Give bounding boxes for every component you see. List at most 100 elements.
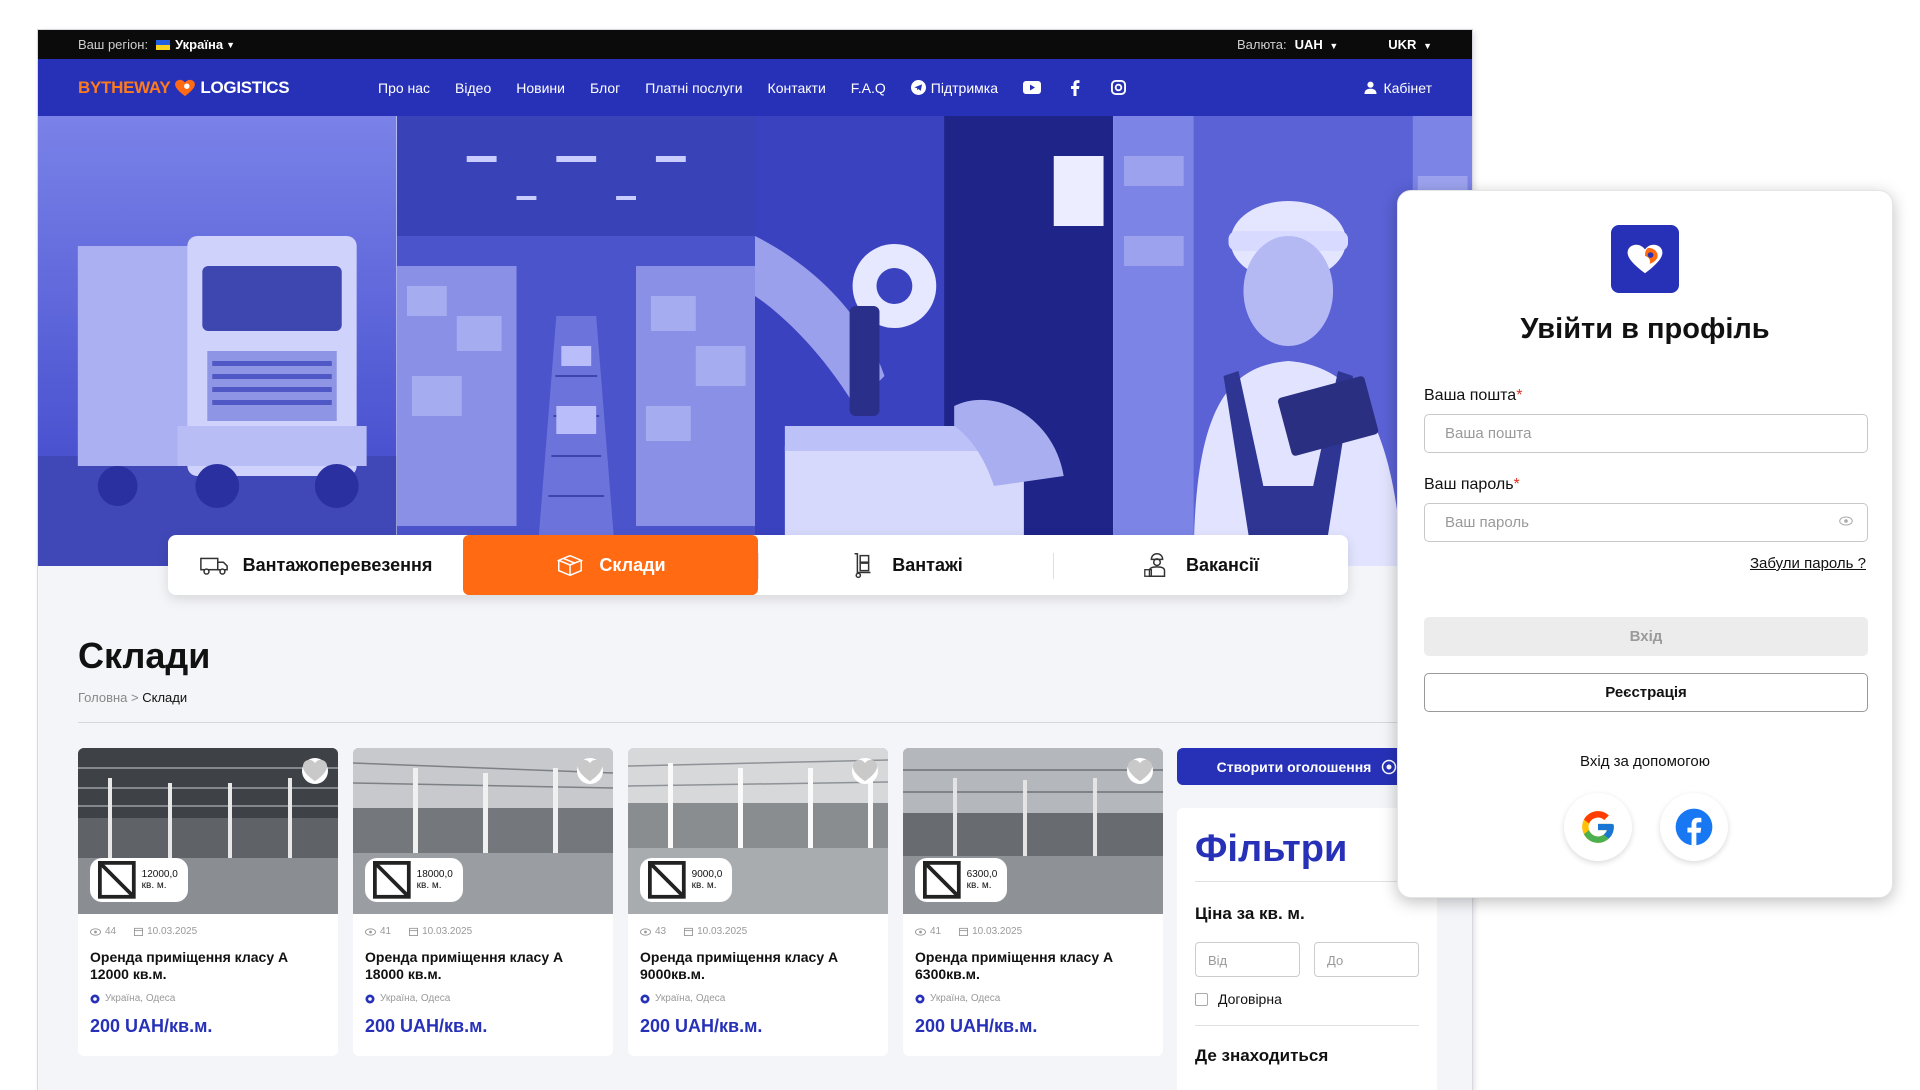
language-selector[interactable]: UKR ▼ [1388,37,1432,52]
views-count: 41 [365,926,391,937]
hero-image-packing [755,116,1114,566]
listing-card[interactable]: 9000,0 кв. м. 43 10.03.2025 Оренда приміщ… [628,748,888,1056]
calendar-icon [134,927,144,936]
listing-card[interactable]: 12000,0 кв. м. 44 10.03.2025 Оренда примі… [78,748,338,1056]
facebook-icon [1675,808,1713,846]
tab-cargo[interactable]: Вантажі [758,535,1053,595]
checkbox-box[interactable] [1195,992,1208,1006]
area-badge: 18000,0 кв. м. [365,858,463,902]
location-icon [915,994,925,1003]
social-login-label: Вхід за допомогою [1580,753,1710,770]
chevron-down-icon: ▼ [1329,41,1339,51]
region-label: Ваш регіон: [78,37,149,52]
forgot-password-link[interactable]: Забули пароль ? [1750,555,1866,572]
facebook-icon[interactable] [1066,79,1084,97]
language-value: UKR [1388,37,1417,52]
youtube-icon[interactable] [1023,79,1042,97]
password-label: Ваш пароль* [1424,476,1520,493]
favorite-heart-button[interactable] [577,758,603,784]
listing-card[interactable]: 6300,0 кв. м. 41 10.03.2025 Оренда приміщ… [903,748,1163,1056]
listing-photo: 9000,0 кв. м. [628,748,888,914]
nav-link-video[interactable]: Відео [455,80,491,96]
login-button[interactable]: Вхід [1424,617,1868,656]
tab-vacancies[interactable]: Вакансії [1053,535,1348,595]
area-value: 6300,0 кв. м. [966,869,998,892]
category-tabs: Вантажоперевезення Склади Вантажі Ваканс… [168,535,1348,595]
listing-location: Україна, Одеса [915,993,1151,1004]
favorite-heart-button[interactable] [302,758,328,784]
eye-icon [915,927,926,936]
negotiable-checkbox[interactable]: Договірна [1195,991,1419,1026]
modal-logo [1611,225,1679,293]
nav-link-news[interactable]: Новини [516,80,565,96]
area-icon [648,861,686,899]
logo-text-logistics: LOGISTICS [200,77,290,97]
tab-cargo-transport[interactable]: Вантажоперевезення [168,535,463,595]
area-badge: 12000,0 кв. м. [90,858,188,902]
chevron-down-icon: ▼ [226,39,235,50]
register-button[interactable]: Реєстрація [1424,673,1868,712]
user-icon [1364,81,1377,94]
nav-link-contacts[interactable]: Контакти [768,80,826,96]
nav-link-paid-services[interactable]: Платні послуги [645,80,742,96]
breadcrumb-current: Склади [142,690,188,705]
site-logo[interactable]: BYTHEWAY LOGISTICS [78,78,378,98]
favorite-heart-button[interactable] [1127,758,1153,784]
breadcrumb-separator: > [131,690,139,705]
show-password-icon[interactable] [1839,516,1853,526]
cabinet-label: Кабінет [1383,79,1432,96]
favorite-heart-button[interactable] [852,758,878,784]
nav-link-support[interactable]: Підтримка [910,80,998,96]
views-count: 41 [915,926,941,937]
main-nav: BYTHEWAY LOGISTICS Про нас Відео Новини … [38,59,1472,116]
area-value: 12000,0 кв. м. [141,869,178,892]
listing-title[interactable]: Оренда приміщення класу А 12000 кв.м. [90,949,326,983]
ukraine-flag-icon [156,39,171,50]
eye-icon [365,927,376,936]
nav-link-faq[interactable]: F.A.Q [851,80,886,96]
tab-label: Вантажоперевезення [242,554,433,575]
views-count: 44 [90,926,116,937]
breadcrumb-home[interactable]: Головна [78,690,127,705]
listing-photo: 18000,0 кв. м. [353,748,613,914]
calendar-icon [409,927,419,936]
nav-link-blog[interactable]: Блог [590,80,620,96]
website-frame: Ваш регіон: Україна ▼ Валюта: UAH ▼ UKR … [38,30,1472,1090]
listing-title[interactable]: Оренда приміщення класу А 18000 кв.м. [365,949,601,983]
price-from-input[interactable]: Від [1195,942,1300,977]
logo-text-bytheway: BYTHEWAY [78,77,171,97]
area-icon [923,861,961,899]
boxes-icon [557,554,584,577]
listing-photo: 12000,0 кв. м. [78,748,338,914]
listing-title[interactable]: Оренда приміщення класу А 9000кв.м. [640,949,876,983]
worker-icon [1144,552,1166,577]
google-login-button[interactable] [1564,793,1632,861]
instagram-icon[interactable] [1109,79,1127,97]
email-field[interactable]: Ваша пошта [1424,414,1868,453]
top-bar: Ваш регіон: Україна ▼ Валюта: UAH ▼ UKR … [38,30,1472,59]
password-field[interactable]: Ваш пароль [1424,503,1868,542]
listing-price: 200 UAH/кв.м. [640,1016,763,1036]
chevron-down-icon: ▼ [1423,41,1432,51]
currency-selector[interactable]: UAH ▼ [1295,37,1339,52]
cabinet-link[interactable]: Кабінет [1364,80,1432,96]
telegram-icon [910,80,926,95]
listing-location: Україна, Одеса [90,993,326,1004]
price-to-input[interactable]: До [1314,942,1419,977]
create-listing-label: Створити оголошення [1216,758,1372,775]
tab-label: Склади [599,554,666,575]
login-title: Увійти в профіль [1520,313,1770,345]
tab-warehouses[interactable]: Склади [463,535,758,595]
region-value: Україна [175,37,224,52]
listing-card[interactable]: 18000,0 кв. м. 41 10.03.2025 Оренда примі… [353,748,613,1056]
area-value: 9000,0 кв. м. [691,869,723,892]
listing-title[interactable]: Оренда приміщення класу А 6300кв.м. [915,949,1151,983]
filters-title: Фільтри [1195,828,1419,882]
listing-price: 200 UAH/кв.м. [915,1016,1038,1036]
nav-link-about[interactable]: Про нас [378,80,430,96]
region-selector[interactable]: Україна ▼ [156,37,235,52]
hero-image-warehouse [396,116,755,566]
facebook-login-button[interactable] [1660,793,1728,861]
hero-image-truck [38,116,397,566]
currency-value: UAH [1294,37,1323,52]
